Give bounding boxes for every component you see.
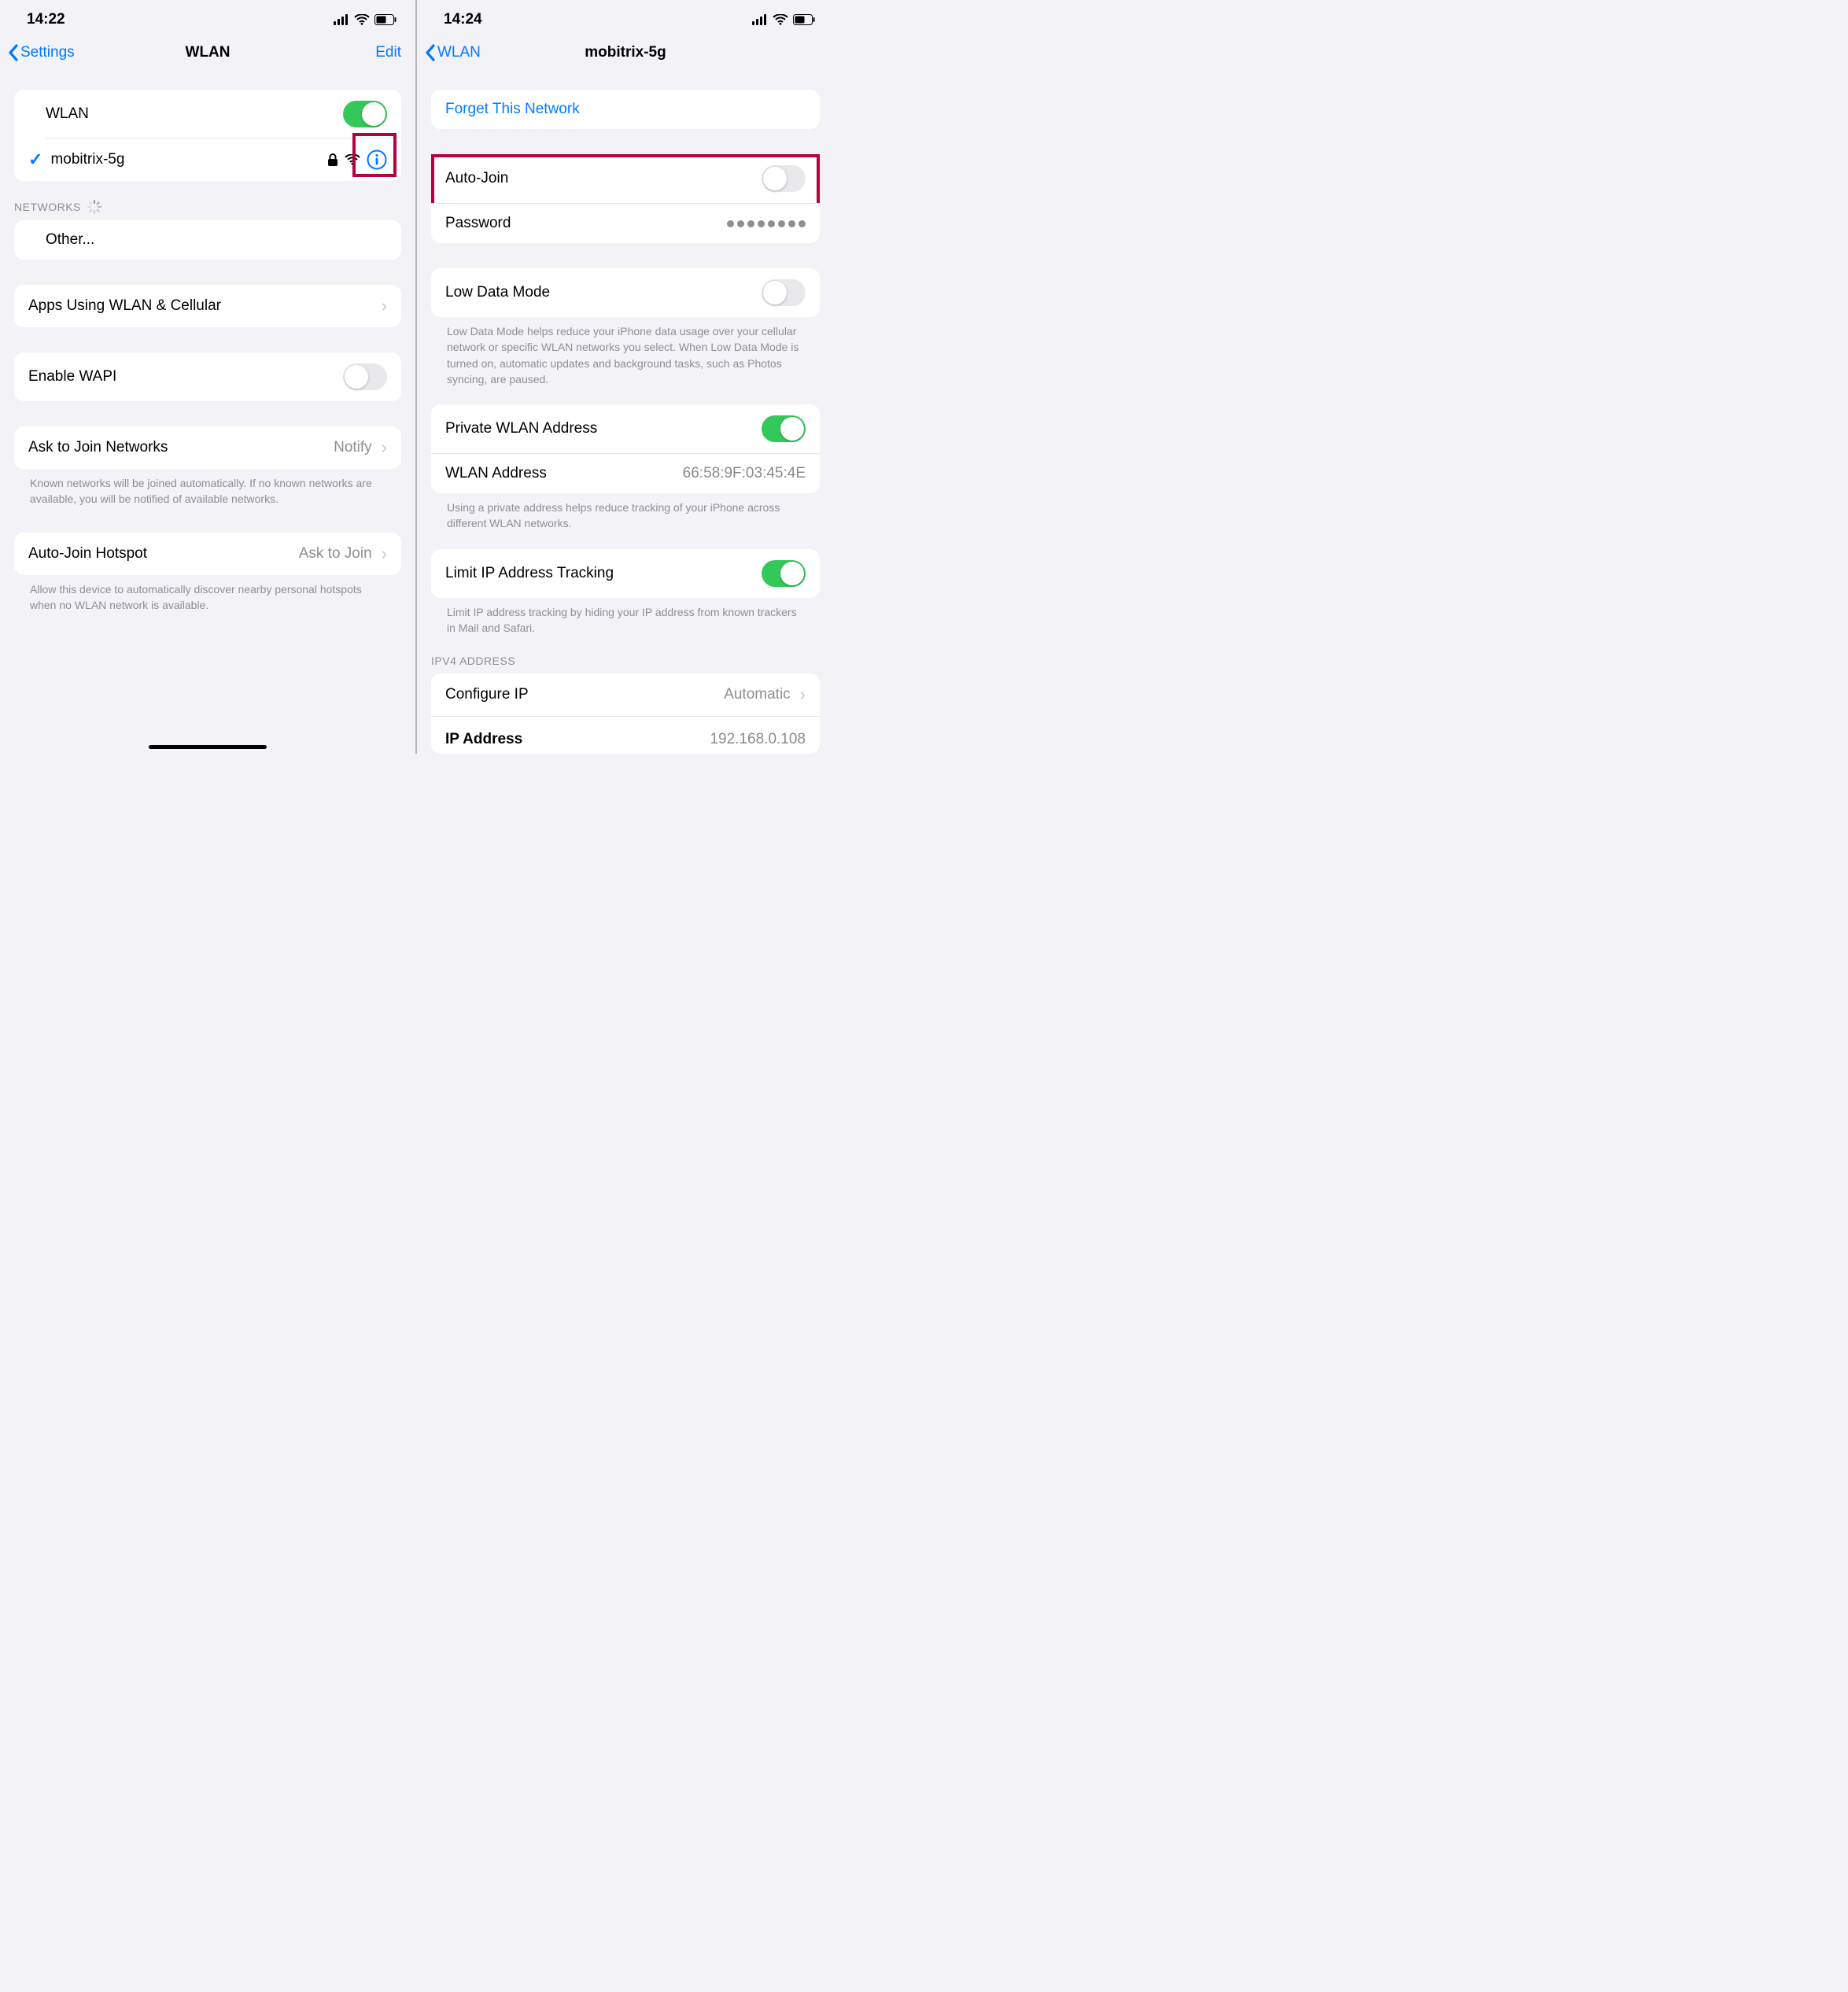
chevron-right-icon: ›: [382, 437, 387, 458]
chevron-right-icon: ›: [382, 296, 387, 316]
limit-ip-footer: Limit IP address tracking by hiding your…: [431, 598, 820, 636]
auto-join-hotspot-row[interactable]: Auto-Join Hotspot Ask to Join ›: [14, 533, 401, 575]
ask-to-join-label: Ask to Join Networks: [28, 439, 334, 456]
enable-wapi-row: Enable WAPI: [14, 352, 401, 401]
nav-bar: WLAN mobitrix-5g: [417, 36, 834, 72]
battery-icon: [374, 14, 397, 25]
check-icon: ✓: [28, 149, 42, 170]
back-label: Settings: [20, 44, 75, 61]
networks-header: NETWORKS: [0, 181, 415, 220]
battery-icon: [793, 14, 815, 25]
spinner-icon: [87, 200, 101, 214]
ipv4-header: IPV4 ADDRESS: [417, 636, 834, 673]
ip-address-value: 192.168.0.108: [710, 731, 806, 748]
configure-ip-row[interactable]: Configure IP Automatic ›: [431, 673, 820, 716]
connected-network-row[interactable]: ✓ mobitrix-5g: [14, 138, 401, 181]
back-button[interactable]: WLAN: [425, 44, 481, 61]
ip-address-row: IP Address 192.168.0.108: [431, 716, 820, 754]
private-wlan-footer: Using a private address helps reduce tra…: [431, 493, 820, 532]
wifi-icon: [354, 14, 370, 25]
forget-network-row[interactable]: Forget This Network: [431, 90, 820, 129]
phone-network-detail: 14:24 WLAN mobitrix-5g Forget This Netwo…: [417, 0, 834, 754]
page-title: WLAN: [186, 44, 231, 61]
ask-to-join-footer: Known networks will be joined automatica…: [14, 469, 401, 507]
enable-wapi-switch[interactable]: [343, 363, 387, 390]
wlan-switch[interactable]: [343, 101, 387, 127]
other-network-row[interactable]: Other...: [14, 220, 401, 260]
chevron-left-icon: [8, 44, 19, 61]
password-dots: [727, 220, 806, 227]
wlan-address-label: WLAN Address: [445, 465, 683, 482]
wlan-toggle-row: WLAN: [14, 90, 401, 138]
password-row[interactable]: Password: [431, 203, 820, 243]
low-data-label: Low Data Mode: [445, 284, 762, 301]
limit-ip-tracking-row: Limit IP Address Tracking: [431, 549, 820, 598]
other-label: Other...: [46, 231, 387, 249]
configure-ip-label: Configure IP: [445, 686, 724, 703]
auto-join-hotspot-value: Ask to Join: [299, 545, 372, 563]
wlan-address-value: 66:58:9F:03:45:4E: [683, 465, 806, 482]
chevron-right-icon: ›: [800, 684, 806, 705]
back-label: WLAN: [437, 44, 481, 61]
low-data-switch[interactable]: [762, 279, 806, 306]
password-label: Password: [445, 215, 727, 232]
enable-wapi-label: Enable WAPI: [28, 368, 343, 385]
auto-join-label: Auto-Join: [445, 170, 762, 187]
ask-to-join-row[interactable]: Ask to Join Networks Notify ›: [14, 426, 401, 469]
ask-to-join-value: Notify: [334, 439, 372, 456]
low-data-mode-row: Low Data Mode: [431, 268, 820, 317]
status-icons: [334, 14, 397, 25]
status-icons: [752, 14, 815, 25]
wlan-label: WLAN: [46, 105, 343, 123]
cellular-icon: [752, 14, 768, 25]
status-time: 14:22: [27, 11, 65, 28]
page-title: mobitrix-5g: [585, 44, 666, 61]
edit-button[interactable]: Edit: [375, 44, 401, 61]
connected-network-name: mobitrix-5g: [50, 151, 327, 168]
phone-wlan-settings: 14:22 Settings WLAN Edit WLAN: [0, 0, 417, 754]
private-wlan-address-row: Private WLAN Address: [431, 404, 820, 453]
back-button[interactable]: Settings: [8, 44, 75, 61]
info-icon[interactable]: [367, 149, 387, 170]
status-time: 14:24: [444, 11, 482, 28]
auto-join-hotspot-footer: Allow this device to automatically disco…: [14, 575, 401, 614]
lock-icon: [327, 153, 338, 167]
wifi-icon: [773, 14, 788, 25]
cellular-icon: [334, 14, 349, 25]
wifi-signal-icon: [345, 154, 360, 165]
chevron-left-icon: [425, 44, 436, 61]
apps-using-label: Apps Using WLAN & Cellular: [28, 297, 378, 315]
auto-join-switch[interactable]: [762, 165, 806, 192]
private-wlan-switch[interactable]: [762, 415, 806, 442]
auto-join-row: Auto-Join: [431, 154, 820, 203]
configure-ip-value: Automatic: [724, 686, 790, 703]
status-bar: 14:22: [0, 0, 415, 36]
private-wlan-label: Private WLAN Address: [445, 420, 762, 437]
nav-bar: Settings WLAN Edit: [0, 36, 415, 72]
low-data-footer: Low Data Mode helps reduce your iPhone d…: [431, 317, 820, 387]
home-indicator[interactable]: [149, 745, 267, 749]
chevron-right-icon: ›: [382, 544, 387, 564]
limit-ip-label: Limit IP Address Tracking: [445, 565, 762, 582]
forget-label: Forget This Network: [445, 101, 580, 118]
status-bar: 14:24: [417, 0, 834, 36]
auto-join-hotspot-label: Auto-Join Hotspot: [28, 545, 299, 563]
ip-address-label: IP Address: [445, 731, 710, 748]
limit-ip-switch[interactable]: [762, 560, 806, 587]
apps-using-wlan-row[interactable]: Apps Using WLAN & Cellular ›: [14, 285, 401, 327]
wlan-address-row: WLAN Address 66:58:9F:03:45:4E: [431, 453, 820, 493]
